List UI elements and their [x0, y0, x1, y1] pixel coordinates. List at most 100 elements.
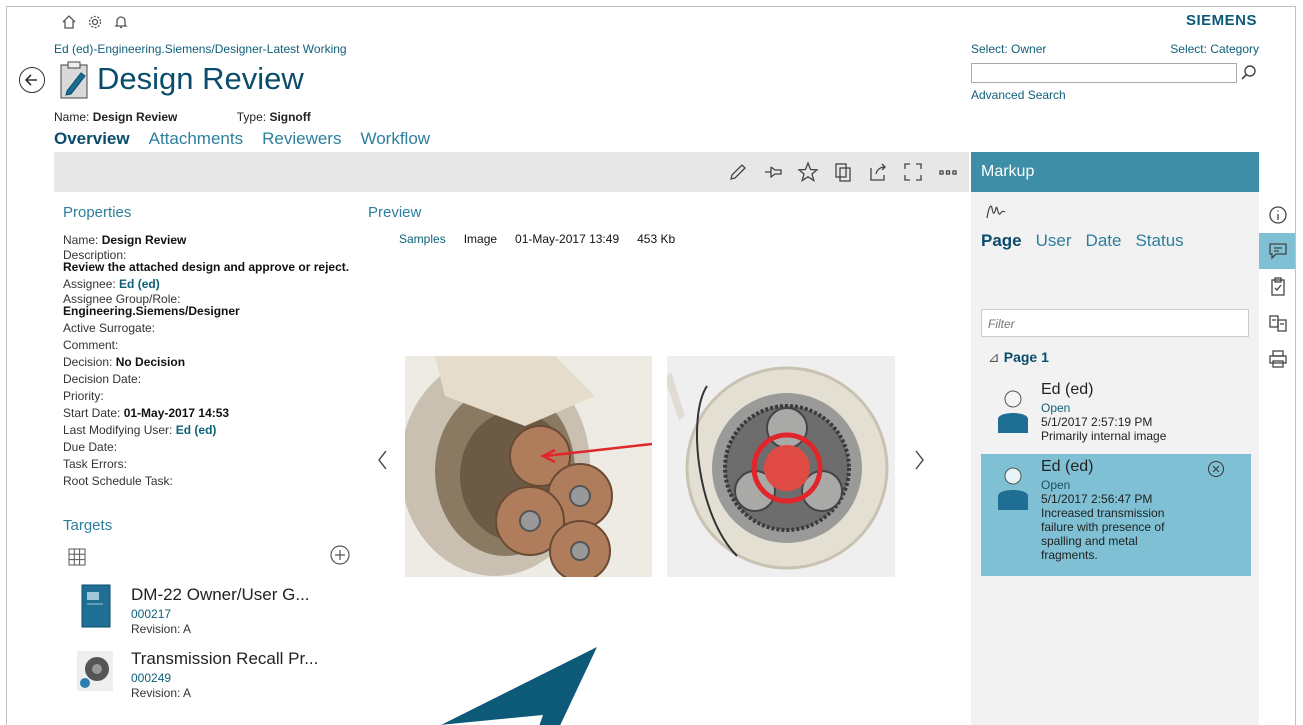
share-icon[interactable]	[867, 161, 889, 183]
chevron-right-icon	[915, 450, 924, 470]
tab-workflow[interactable]: Workflow	[360, 129, 430, 149]
markup-comment-icon	[1269, 243, 1287, 260]
type-value: Signoff	[269, 110, 311, 124]
markup-entry-user: Ed (ed)	[1041, 458, 1094, 475]
markup-entry-comment: Primarily internal image	[1041, 429, 1167, 443]
prop-comment-label: Comment:	[63, 338, 119, 352]
user-avatar-icon	[998, 390, 1028, 433]
signoff-task-icon	[60, 61, 88, 99]
markup-entry-selected[interactable]: Ed (ed) Open 5/1/2017 2:56:47 PM Increas…	[981, 454, 1251, 576]
prop-root-label: Root Schedule Task:	[63, 474, 173, 488]
page-title: Design Review	[97, 61, 304, 96]
breadcrumb[interactable]: Ed (ed)-Engineering.Siemens/Designer-Lat…	[54, 42, 347, 56]
pointer-arrow-overlay	[439, 647, 597, 725]
targets-heading: Targets	[63, 517, 113, 534]
name-value: Design Review	[92, 110, 178, 124]
target-title[interactable]: Transmission Recall Pr...	[131, 649, 318, 669]
preview-prev-button[interactable]	[373, 447, 393, 473]
preview-size: 453 Kb	[637, 232, 676, 246]
properties-list: Name: Design Review Description: Review …	[63, 232, 363, 490]
markup-entry[interactable]: Ed (ed) Open 5/1/2017 2:57:19 PM Primari…	[981, 377, 1251, 451]
markup-tab-page[interactable]: Page	[981, 231, 1022, 251]
prop-assignee-label: Assignee:	[63, 277, 116, 291]
signature-icon[interactable]	[985, 202, 1007, 220]
prop-errors-label: Task Errors:	[63, 457, 128, 471]
tab-reviewers[interactable]: Reviewers	[262, 129, 341, 149]
properties-heading: Properties	[63, 204, 132, 221]
copy-icon[interactable]	[832, 161, 854, 183]
gear-assembly-image[interactable]	[405, 356, 652, 577]
compare-button[interactable]	[1259, 305, 1295, 341]
tasks-button[interactable]	[1259, 269, 1295, 305]
select-category-link[interactable]: Select: Category	[1170, 42, 1259, 56]
back-button[interactable]	[19, 67, 45, 93]
markup-tab-status[interactable]: Status	[1135, 231, 1183, 251]
prop-last-mod-label: Last Modifying User:	[63, 423, 173, 437]
target-revision: Revision: A	[131, 686, 192, 700]
target-id[interactable]: 000217	[131, 607, 171, 621]
markup-tabs: Page User Date Status	[981, 231, 1184, 251]
prop-group-value: Engineering.Siemens/Designer	[63, 304, 240, 318]
add-target-icon[interactable]	[329, 544, 351, 566]
target-id[interactable]: 000249	[131, 671, 171, 685]
prop-decision-value: No Decision	[115, 355, 186, 369]
prop-priority-label: Priority:	[63, 389, 104, 403]
info-button[interactable]	[1259, 197, 1295, 233]
type-label: Type:	[236, 110, 267, 124]
prop-description-value: Review the attached design and approve o…	[63, 260, 350, 274]
user-avatar-icon	[998, 467, 1028, 510]
print-button[interactable]	[1259, 341, 1295, 377]
preview-kind: Image	[463, 232, 498, 246]
prop-last-mod-value[interactable]: Ed (ed)	[176, 423, 217, 437]
pin-icon[interactable]	[762, 161, 784, 183]
top-icon-bar	[61, 14, 129, 30]
markup-entry-user: Ed (ed)	[1041, 381, 1094, 398]
markup-heading: Markup	[971, 152, 1259, 192]
select-owner-link[interactable]: Select: Owner	[971, 42, 1046, 56]
compare-docs-icon	[1269, 315, 1287, 332]
prop-name-label: Name:	[63, 233, 99, 247]
advanced-search-link[interactable]: Advanced Search	[971, 88, 1066, 102]
markup-panel: Markup Page User Date Status Filter ⊿ Pag…	[971, 152, 1259, 725]
collapse-triangle-icon: ⊿	[988, 349, 1000, 365]
prop-start-label: Start Date:	[63, 406, 121, 420]
markup-rail-button[interactable]	[1259, 233, 1295, 269]
star-icon[interactable]	[797, 161, 819, 183]
prop-due-label: Due Date:	[63, 440, 118, 454]
search-icon[interactable]	[1239, 63, 1259, 83]
part-thumbnail-icon	[77, 651, 113, 691]
markup-page-group[interactable]: ⊿ Page 1	[988, 349, 1049, 366]
markup-tab-date[interactable]: Date	[1086, 231, 1122, 251]
tab-overview[interactable]: Overview	[54, 129, 130, 149]
markup-group-label: Page 1	[1003, 349, 1049, 365]
gear-icon[interactable]	[87, 14, 103, 30]
home-icon[interactable]	[61, 14, 77, 30]
markup-entry-status[interactable]: Open	[1041, 401, 1070, 415]
tab-attachments[interactable]: Attachments	[149, 129, 244, 149]
more-icon[interactable]	[937, 161, 959, 183]
preview-next-button[interactable]	[909, 447, 929, 473]
markup-tab-user[interactable]: User	[1036, 231, 1072, 251]
bell-icon[interactable]	[113, 14, 129, 30]
app-window: SIEMENS Ed (ed)-Engineering.Siemens/Desi…	[6, 6, 1296, 725]
markup-filter-input[interactable]: Filter	[981, 309, 1249, 337]
toolbar	[54, 152, 969, 192]
name-label: Name:	[54, 110, 90, 124]
preview-dataset-link[interactable]: Samples	[399, 232, 446, 246]
pencil-icon[interactable]	[727, 161, 749, 183]
clipboard-check-icon	[1271, 277, 1285, 296]
fullscreen-icon[interactable]	[902, 161, 924, 183]
markup-entry-status[interactable]: Open	[1041, 478, 1070, 492]
close-icon[interactable]	[1207, 460, 1225, 478]
book-icon	[81, 584, 111, 628]
gear-housing-image[interactable]	[667, 356, 895, 577]
name-type-row: Name: Design Review Type: Signoff	[54, 110, 311, 124]
brand-logo: SIEMENS	[1185, 12, 1257, 29]
target-title[interactable]: DM-22 Owner/User G...	[131, 585, 310, 605]
prop-assignee-value[interactable]: Ed (ed)	[119, 277, 160, 291]
markup-entry-date: 5/1/2017 2:57:19 PM	[1041, 415, 1153, 429]
grid-view-icon[interactable]	[68, 548, 86, 566]
printer-icon	[1269, 350, 1287, 368]
search-input[interactable]	[971, 63, 1237, 83]
info-icon	[1269, 206, 1287, 224]
